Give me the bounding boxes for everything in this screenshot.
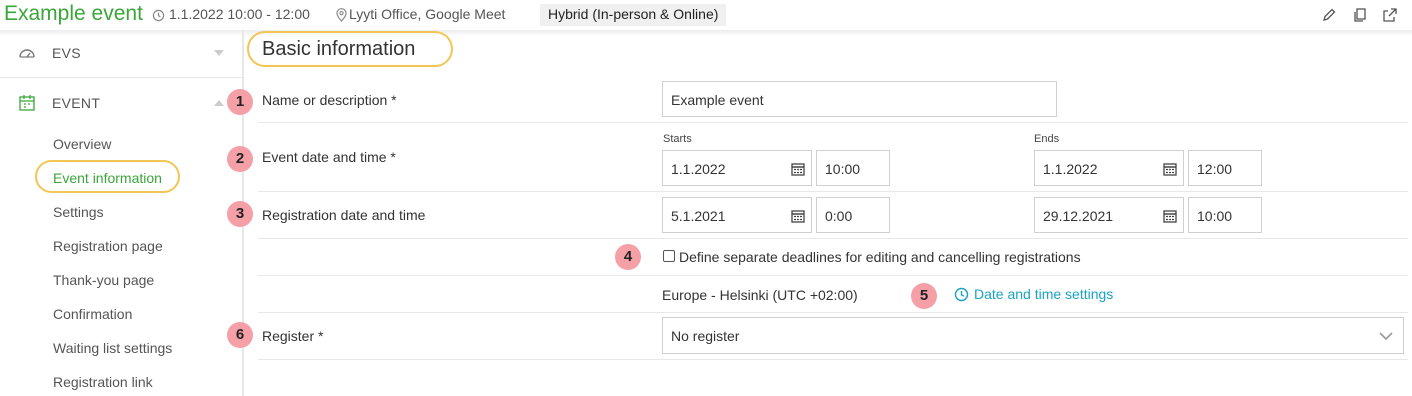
register-label: Register * <box>262 328 324 344</box>
event-start-date-input[interactable]: 1.1.2022 <box>662 150 812 186</box>
marker-6: 6 <box>227 322 253 348</box>
event-start-time-input[interactable]: 10:00 <box>816 150 890 186</box>
sidebar-item-registration-link[interactable]: Registration link <box>53 374 153 390</box>
event-location-text: Lyyti Office, Google Meet <box>349 6 506 22</box>
sidebar-item-event-information[interactable]: Event information <box>53 170 162 186</box>
starts-label: Starts <box>663 133 692 145</box>
event-datetime: 1.1.2022 10:00 - 12:00 <box>152 6 310 22</box>
event-end-date-value: 1.1.2022 <box>1043 161 1098 177</box>
sidebar-item-registration-page[interactable]: Registration page <box>53 238 163 254</box>
date-time-settings-link[interactable]: Date and time settings <box>954 286 1113 302</box>
calendar-icon[interactable] <box>1163 162 1177 176</box>
date-time-settings-label: Date and time settings <box>974 286 1114 302</box>
divider <box>0 77 242 78</box>
dashboard-icon <box>19 49 35 58</box>
sidebar-section-label: EVS <box>52 45 81 61</box>
registration-end-date-input[interactable]: 29.12.2021 <box>1034 197 1184 233</box>
sidebar-item-confirmation[interactable]: Confirmation <box>53 306 132 322</box>
marker-4: 4 <box>615 244 641 270</box>
marker-2: 2 <box>227 146 253 172</box>
marker-3: 3 <box>227 201 253 227</box>
name-label: Name or description * <box>262 92 397 108</box>
sidebar-section-event[interactable]: EVENT <box>0 80 242 126</box>
register-select[interactable]: No register <box>662 317 1404 354</box>
calendar-icon[interactable] <box>791 162 805 176</box>
chevron-down-icon <box>214 50 224 56</box>
event-header: Example event 1.1.2022 10:00 - 12:00 Lyy… <box>0 0 1412 30</box>
marker-5: 5 <box>911 283 937 309</box>
row-divider <box>258 238 1408 239</box>
row-divider <box>258 359 1408 360</box>
calendar-icon[interactable] <box>791 209 805 223</box>
sidebar-item-thank-you-page[interactable]: Thank-you page <box>53 272 154 288</box>
event-location: Lyyti Office, Google Meet <box>336 6 506 23</box>
name-input[interactable]: Example event <box>662 81 1057 117</box>
event-end-time-input[interactable]: 12:00 <box>1188 150 1262 186</box>
chevron-down-icon <box>1379 332 1393 341</box>
sidebar-section-evs[interactable]: EVS <box>0 30 242 78</box>
registration-start-date-value: 5.1.2021 <box>671 208 726 224</box>
row-divider <box>258 122 1408 123</box>
location-pin-icon <box>336 8 347 23</box>
chevron-up-icon <box>214 100 224 106</box>
register-select-value: No register <box>671 328 740 344</box>
calendar-icon <box>19 95 35 111</box>
ends-label: Ends <box>1034 133 1060 145</box>
registration-start-date-input[interactable]: 5.1.2021 <box>662 197 812 233</box>
section-title: Basic information <box>262 38 416 60</box>
event-type-badge: Hybrid (In-person & Online) <box>540 4 727 26</box>
registration-start-time-input[interactable]: 0:00 <box>816 197 890 233</box>
timezone-text: Europe - Helsinki (UTC +02:00) <box>662 287 858 303</box>
event-start-date-value: 1.1.2022 <box>671 161 726 177</box>
marker-1: 1 <box>227 89 253 115</box>
clock-icon <box>954 287 969 302</box>
sidebar-item-waiting-list-settings[interactable]: Waiting list settings <box>53 340 172 356</box>
registration-end-time-input[interactable]: 10:00 <box>1188 197 1262 233</box>
separate-deadlines-checkbox[interactable] <box>663 250 675 262</box>
calendar-icon[interactable] <box>1163 209 1177 223</box>
registration-date-label: Registration date and time <box>262 207 426 223</box>
event-datetime-text: 1.1.2022 10:00 - 12:00 <box>169 6 310 22</box>
clock-icon <box>152 9 165 22</box>
event-end-date-input[interactable]: 1.1.2022 <box>1034 150 1184 186</box>
event-date-label: Event date and time * <box>262 149 396 165</box>
sidebar-section-label: EVENT <box>52 95 101 111</box>
event-title: Example event <box>4 2 143 25</box>
registration-end-date-value: 29.12.2021 <box>1043 208 1114 224</box>
separate-deadlines-label[interactable]: Define separate deadlines for editing an… <box>679 249 1081 265</box>
external-link-icon[interactable] <box>1382 7 1400 25</box>
row-divider <box>258 275 1408 276</box>
sidebar-item-settings[interactable]: Settings <box>53 204 104 220</box>
sidebar-item-overview[interactable]: Overview <box>53 136 111 152</box>
row-divider <box>258 312 1408 313</box>
row-divider <box>258 191 1408 192</box>
pencil-icon[interactable] <box>1321 7 1339 25</box>
copy-icon[interactable] <box>1352 7 1370 25</box>
header-actions <box>1313 7 1400 28</box>
